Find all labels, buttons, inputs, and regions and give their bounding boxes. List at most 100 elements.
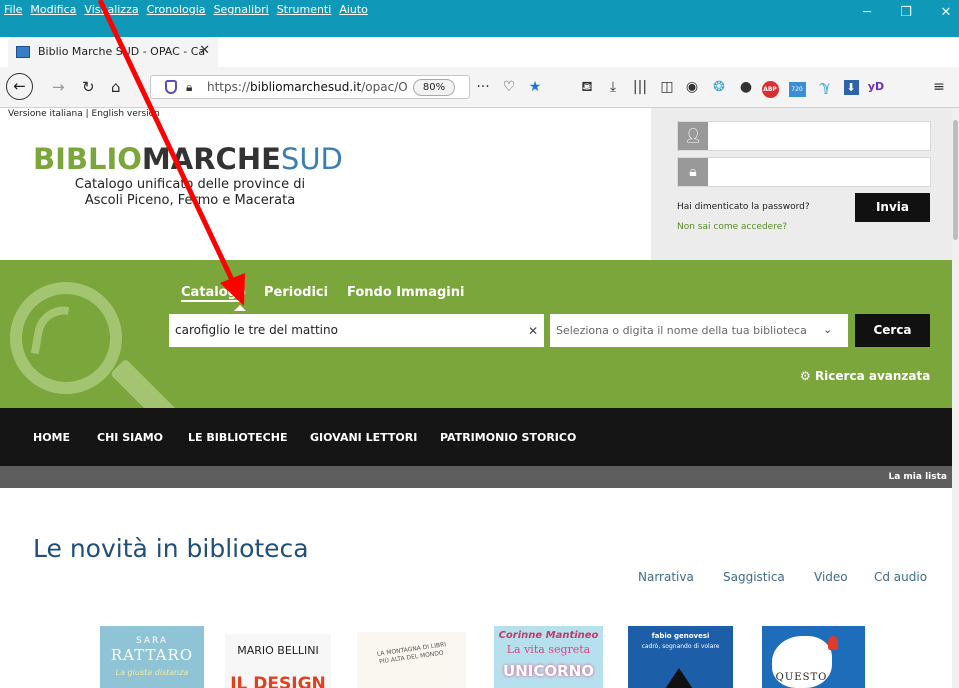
download-icon[interactable]: ⤓ bbox=[604, 78, 622, 96]
my-list-link[interactable]: La mia lista bbox=[888, 472, 947, 482]
magnifier-icon bbox=[10, 282, 122, 394]
tab-title: Biblio Marche SUD - OPAC - Ca bbox=[38, 45, 206, 58]
tab-fondo-immagini[interactable]: Fondo Immagini bbox=[347, 285, 464, 300]
reading-list-icon[interactable]: ⛾ bbox=[578, 78, 596, 96]
active-tab-caret bbox=[234, 305, 246, 311]
book-cover[interactable]: QUESTO bbox=[762, 626, 865, 688]
forgot-password-link[interactable]: Hai dimenticato la password? bbox=[677, 202, 810, 212]
adblock-label: ABP bbox=[761, 81, 779, 98]
extension-icon[interactable]: ❂ bbox=[710, 78, 728, 96]
account-icon[interactable]: ◉ bbox=[683, 78, 701, 96]
extension-icon[interactable]: yD bbox=[867, 78, 885, 96]
password-field[interactable]: 🔒︎ bbox=[677, 157, 931, 187]
news-tab-cd-audio[interactable]: Cd audio bbox=[874, 570, 927, 584]
forward-arrow-icon[interactable]: → bbox=[52, 78, 65, 96]
book-author-surname: RATTARO bbox=[110, 646, 194, 664]
logo-marche: MARCHE bbox=[141, 142, 281, 176]
book-title: IL DESIGN bbox=[230, 674, 326, 688]
user-icon: 👤︎ bbox=[678, 122, 708, 150]
menu-aiuto[interactable]: Aiuto bbox=[339, 3, 368, 16]
pocket-icon[interactable]: ♡ bbox=[500, 78, 518, 96]
magnifier-handle bbox=[110, 358, 185, 408]
close-tab-icon[interactable]: ✕ bbox=[199, 43, 210, 58]
menu-strumenti[interactable]: Strumenti bbox=[277, 3, 332, 16]
site-tagline: Catalogo unificato delle province di Asc… bbox=[60, 177, 320, 209]
zoom-level[interactable]: 80% bbox=[413, 79, 455, 96]
news-tab-saggistica[interactable]: Saggistica bbox=[723, 570, 785, 584]
book-title: La vita segreta bbox=[506, 643, 591, 656]
menu-visualizza[interactable]: Visualizza bbox=[84, 3, 138, 16]
extension-icon[interactable]: ℽ bbox=[816, 78, 834, 96]
logo-biblio: BIBLIO bbox=[33, 142, 142, 176]
menu-file[interactable]: File bbox=[4, 3, 22, 16]
search-button[interactable]: Cerca bbox=[855, 314, 930, 347]
language-links[interactable]: Versione italiana | English version bbox=[8, 109, 160, 119]
book-title: La giusta distanza bbox=[115, 668, 189, 677]
navigation-toolbar: ← → ↻ ⌂ 🔒︎ https://bibliomarchesud.it/op… bbox=[0, 67, 959, 108]
lock-icon[interactable]: 🔒︎ bbox=[186, 80, 192, 95]
login-submit-button[interactable]: Invia bbox=[855, 193, 930, 222]
overflow-icon[interactable]: ··· bbox=[474, 78, 492, 96]
book-cover[interactable]: LA MONTAGNA DI LIBRI PIÙ ALTA DEL MONDO bbox=[357, 632, 466, 688]
book-author: fabio genovesi bbox=[651, 632, 710, 640]
search-input[interactable]: carofiglio le tre del mattino bbox=[169, 314, 544, 347]
book-title: cadrò, sognando di volare bbox=[641, 643, 720, 650]
cover-illustration bbox=[828, 636, 838, 650]
book-title: QUESTO bbox=[775, 672, 828, 683]
main-navigation: HOME CHI SIAMO LE BIBLIOTECHE GIOVANI LE… bbox=[0, 408, 959, 466]
search-query: carofiglio le tre del mattino bbox=[175, 323, 338, 337]
extension-icon[interactable]: ● bbox=[737, 78, 755, 96]
menu-modifica[interactable]: Modifica bbox=[30, 3, 76, 16]
home-icon[interactable]: ⌂ bbox=[111, 78, 121, 96]
restore-icon[interactable]: ❐ bbox=[895, 2, 917, 24]
close-window-icon[interactable]: ✕ bbox=[935, 2, 957, 24]
back-arrow-icon[interactable]: ← bbox=[6, 73, 33, 100]
book-author: Corinne Mantineo bbox=[498, 630, 599, 641]
gear-icon: ⚙ bbox=[800, 369, 815, 383]
menu-icon[interactable]: ≡ bbox=[930, 78, 948, 96]
book-cover[interactable]: MARIO BELLINI IL DESIGN bbox=[225, 634, 331, 688]
book-cover[interactable]: SARA RATTARO La giusta distanza bbox=[100, 626, 204, 688]
news-tab-narrativa[interactable]: Narrativa bbox=[638, 570, 694, 584]
tagline-line-1: Catalogo unificato delle province di bbox=[74, 177, 306, 192]
nav-le-biblioteche[interactable]: LE BIBLIOTECHE bbox=[188, 431, 287, 444]
tab-periodici[interactable]: Periodici bbox=[264, 285, 328, 300]
advanced-search-link[interactable]: ⚙ Ricerca avanzata bbox=[800, 369, 930, 383]
url-text[interactable]: https://bibliomarchesud.it/opac/Op bbox=[207, 80, 407, 94]
new-tab-icon[interactable]: + bbox=[226, 39, 241, 60]
nav-chi-siamo[interactable]: CHI SIAMO bbox=[97, 431, 163, 444]
tab-catalogo[interactable]: Catalogo bbox=[181, 285, 246, 300]
tracking-shield-icon[interactable] bbox=[165, 80, 177, 94]
book-cover[interactable]: fabio genovesi cadrò, sognando di volare bbox=[628, 626, 733, 688]
bookmark-star-icon[interactable]: ★ bbox=[526, 78, 544, 96]
minimize-icon[interactable]: ─ bbox=[856, 2, 878, 24]
lock-icon: 🔒︎ bbox=[678, 158, 708, 186]
scrollbar-thumb[interactable] bbox=[953, 120, 958, 240]
my-list-bar: La mia lista bbox=[0, 466, 959, 488]
book-cover[interactable]: Corinne Mantineo La vita segreta UNICORN… bbox=[494, 626, 603, 688]
nav-home[interactable]: HOME bbox=[33, 431, 70, 444]
username-field[interactable]: 👤︎ bbox=[677, 121, 931, 151]
menu-cronologia[interactable]: Cronologia bbox=[147, 3, 206, 16]
site-logo[interactable]: BIBLIOMARCHESUD bbox=[33, 142, 343, 176]
sidebar-icon[interactable]: ◫ bbox=[658, 78, 676, 96]
library-select[interactable]: Seleziona o digita il nome della tua bib… bbox=[550, 314, 848, 347]
tagline-line-2: Ascoli Piceno, Fermo e Macerata bbox=[84, 193, 296, 208]
news-tab-video[interactable]: Video bbox=[814, 570, 848, 584]
nav-patrimonio-storico[interactable]: PATRIMONIO STORICO bbox=[440, 431, 576, 444]
how-to-access-link[interactable]: Non sai come accedere? bbox=[677, 222, 787, 232]
library-icon[interactable]: ||| bbox=[631, 78, 649, 96]
nav-giovani-lettori[interactable]: GIOVANI LETTORI bbox=[310, 431, 417, 444]
book-author: MARIO BELLINI bbox=[237, 644, 319, 657]
extension-icon[interactable]: ⬇ bbox=[842, 78, 860, 96]
reload-icon[interactable]: ↻ bbox=[82, 78, 95, 96]
clear-search-icon[interactable]: ✕ bbox=[528, 324, 538, 338]
search-band: Catalogo Periodici Fondo Immagini carofi… bbox=[0, 260, 959, 408]
advanced-search-label: Ricerca avanzata bbox=[814, 369, 931, 383]
menu-segnalibri[interactable]: Segnalibri bbox=[214, 3, 269, 16]
browser-tab[interactable]: Biblio Marche SUD - OPAC - Ca ✕ bbox=[8, 37, 218, 67]
extension-icon[interactable]: 720 bbox=[788, 78, 806, 97]
chevron-down-icon[interactable]: ⌄ bbox=[823, 323, 832, 336]
adblock-icon[interactable]: ABP bbox=[761, 78, 779, 98]
url-bar[interactable]: 🔒︎ https://bibliomarchesud.it/opac/Op 80… bbox=[150, 75, 470, 99]
